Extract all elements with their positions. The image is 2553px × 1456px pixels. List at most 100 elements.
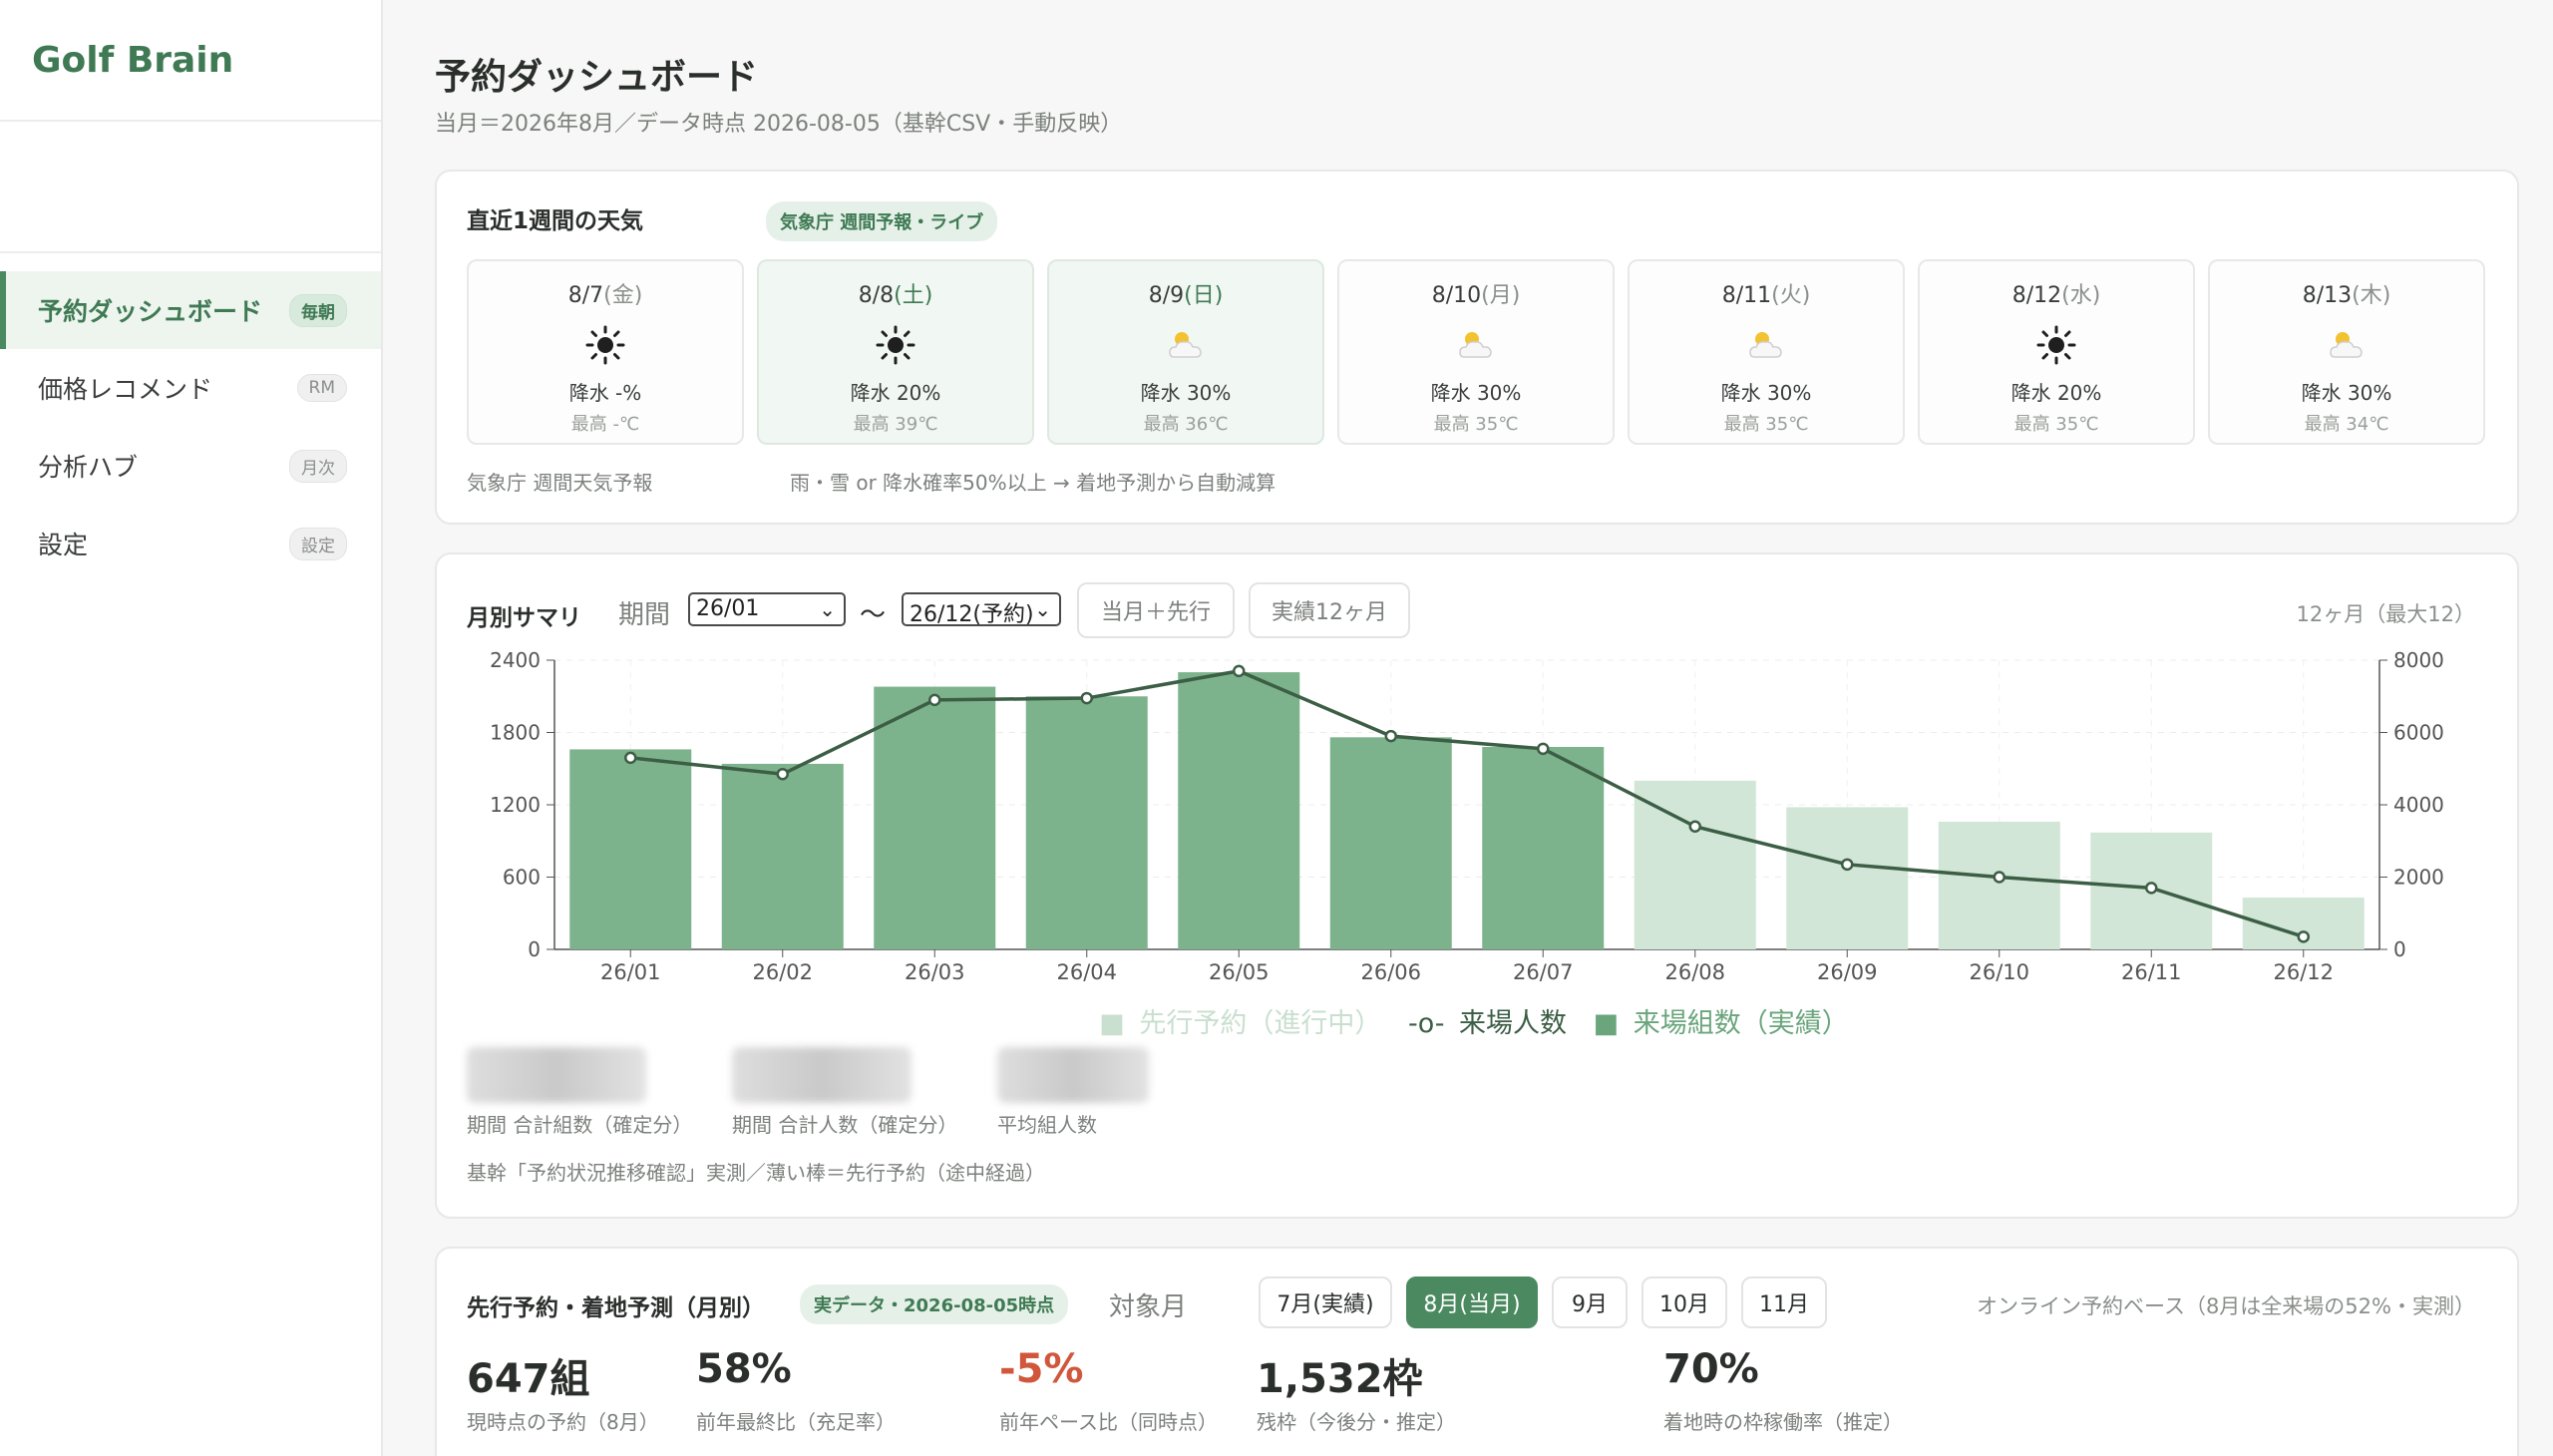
sun-cloud-icon: [1169, 332, 1202, 358]
sidebar-item-label: 設定: [38, 531, 89, 559]
sidebar-item-badge: 設定: [289, 527, 347, 560]
y-tick-label-right: 6000: [2393, 721, 2444, 745]
sun-cloud-icon: [1459, 332, 1492, 358]
page-title: 予約ダッシュボード: [435, 57, 759, 98]
month-button-sep[interactable]: 9月: [1552, 1276, 1628, 1328]
day-date: 8/11: [1721, 283, 1772, 308]
x-tick-label: 26/10: [1969, 960, 2029, 984]
kpi-pace-value: -5%: [999, 1346, 1084, 1392]
kpi-landing-rate-label: 着地時の枠稼働率（推定）: [1663, 1410, 1903, 1434]
month-button-nov[interactable]: 11月: [1741, 1276, 1827, 1328]
bar-actual: [1329, 737, 1452, 949]
page-subtitle: 当月＝2026年8月／データ時点 2026-08-05（基幹CSV・手動反映）: [435, 112, 1123, 137]
sidebar-item-analysis-hub[interactable]: 分析ハブ 月次: [0, 427, 381, 505]
day-max-temp: 最高 35℃: [2013, 414, 2099, 435]
sun-icon: [876, 325, 915, 365]
chart-footnote: 基幹「予約状況推移確認」実測／薄い棒＝先行予約（途中経過）: [467, 1161, 1045, 1185]
day-date: 8/13: [2302, 283, 2353, 308]
day-rain: 降水 -%: [568, 381, 642, 405]
chart-legend: ■ 先行予約（進行中） -o- 来場人数 ■ 来場組数（実績）: [437, 1001, 2517, 1040]
kpi-landing-rate-value: 70%: [1663, 1346, 1759, 1392]
month-button-oct[interactable]: 10月: [1641, 1276, 1727, 1328]
forecast-data-tag: 実データ・2026-08-05時点: [800, 1284, 1069, 1324]
kpi-fill-rate-label: 前年最終比（充足率）: [696, 1410, 896, 1434]
bar-actual: [1025, 696, 1148, 949]
kpi-average-group-size-label: 平均組人数: [997, 1113, 1097, 1137]
sun-cloud-icon: [1749, 332, 1782, 358]
weather-day: 8/10(月) 降水 30% 最高 35℃: [1337, 259, 1615, 445]
weather-day: 8/12(水) 降水 20% 最高 35℃: [1918, 259, 2195, 445]
x-tick-label: 26/09: [1817, 960, 1878, 984]
y-tick-label-left: 600: [503, 866, 541, 890]
day-rain: 降水 30%: [2301, 381, 2392, 405]
kpi-remaining-slots-value: 1,532枠: [1257, 1356, 1423, 1402]
weather-source-tag: 気象庁 週間予報・ライブ: [766, 201, 998, 241]
sidebar-item-settings[interactable]: 設定 設定: [0, 505, 381, 582]
day-date: 8/10: [1431, 283, 1482, 308]
sidebar-item-badge: 月次: [289, 449, 347, 483]
sidebar-item-badge: 毎朝: [289, 293, 347, 327]
bar-actual: [721, 763, 844, 949]
forecast-note: オンライン予約ベース（8月は全来場の52%・実測）: [1977, 1294, 2475, 1318]
sun-icon: [2036, 325, 2076, 365]
visitors-point: [2297, 930, 2310, 943]
kpi-total-visitors-value: [732, 1047, 912, 1103]
bar-actual: [874, 686, 996, 949]
sidebar-item-label: 予約ダッシュボード: [38, 297, 263, 326]
day-max-temp: 最高 35℃: [1433, 414, 1519, 435]
visitors-point: [624, 751, 637, 765]
y-tick-label-right: 8000: [2393, 648, 2444, 672]
day-max-temp: 最高 -℃: [570, 414, 640, 435]
x-tick-label: 26/06: [1360, 960, 1421, 984]
month-button-aug[interactable]: 8月(当月): [1406, 1276, 1538, 1328]
day-rain: 降水 30%: [1720, 381, 1812, 405]
month-button-jul[interactable]: 7月(実績): [1259, 1276, 1392, 1328]
x-tick-label: 26/01: [600, 960, 661, 984]
kpi-fill-rate-value: 58%: [696, 1346, 792, 1392]
visitors-point: [2145, 882, 2158, 895]
sun-cloud-icon: [2330, 332, 2363, 358]
forecast-title: 先行予約・着地予測（月別）: [467, 1295, 765, 1321]
day-weekday: (月): [1481, 283, 1521, 308]
legend-advance-booking: ■ 先行予約（進行中）: [1099, 1008, 1382, 1039]
visitors-point: [1993, 871, 2006, 884]
x-tick-label: 26/07: [1513, 960, 1574, 984]
sidebar-item-price-recommend[interactable]: 価格レコメンド RM: [0, 349, 381, 427]
x-tick-label: 26/05: [1209, 960, 1270, 984]
kpi-current-bookings-value: 647組: [467, 1356, 590, 1402]
day-weekday: (日): [1184, 283, 1224, 308]
weather-rule-note: 雨・雪 or 降水確率50%以上 → 着地予測から自動減算: [790, 471, 1276, 495]
sidebar-nav: 予約ダッシュボード 毎朝 価格レコメンド RM 分析ハブ 月次 設定 設定: [0, 251, 381, 582]
y-tick-label-right: 4000: [2393, 793, 2444, 817]
day-rain: 降水 20%: [2010, 381, 2102, 405]
day-weekday: (火): [1771, 283, 1811, 308]
y-tick-label-left: 1200: [490, 793, 541, 817]
x-tick-label: 26/11: [2121, 960, 2182, 984]
day-max-temp: 最高 39℃: [853, 414, 938, 435]
day-max-temp: 最高 35℃: [1723, 414, 1809, 435]
visitors-point: [928, 693, 941, 707]
x-tick-label: 26/03: [905, 960, 965, 984]
day-rain: 降水 30%: [1140, 381, 1232, 405]
visitors-point: [1841, 858, 1854, 872]
main-content: 予約ダッシュボード 当月＝2026年8月／データ時点 2026-08-05（基幹…: [385, 0, 2553, 1456]
visitors-point: [1688, 820, 1701, 833]
weather-day: 8/11(火) 降水 30% 最高 35℃: [1628, 259, 1905, 445]
brand-logo[interactable]: Golf Brain: [0, 0, 381, 122]
kpi-average-group-size-value: [997, 1047, 1149, 1103]
x-tick-label: 26/12: [2273, 960, 2334, 984]
kpi-current-bookings-label: 現時点の予約（8月）: [467, 1410, 659, 1434]
sidebar-item-booking-dashboard[interactable]: 予約ダッシュボード 毎朝: [0, 271, 381, 349]
y-tick-label-right: 0: [2393, 937, 2406, 961]
visitors-point: [1384, 729, 1397, 743]
kpi-total-groups-label: 期間 合計組数（確定分）: [467, 1113, 693, 1137]
day-rain: 降水 20%: [850, 381, 941, 405]
y-tick-label-left: 1800: [490, 721, 541, 745]
weather-day: 8/13(木) 降水 30% 最高 34℃: [2208, 259, 2485, 445]
sidebar-item-label: 価格レコメンド: [38, 375, 213, 404]
visitors-point: [1537, 742, 1550, 756]
monthly-summary-card: 月別サマリ 期間 26/01 ⌄ 〜 26/12(予約) ⌄ 当月＋先行 実績1…: [435, 552, 2519, 1219]
visitors-point: [1233, 664, 1246, 678]
y-tick-label-right: 2000: [2393, 866, 2444, 890]
day-date: 8/8: [858, 283, 895, 308]
